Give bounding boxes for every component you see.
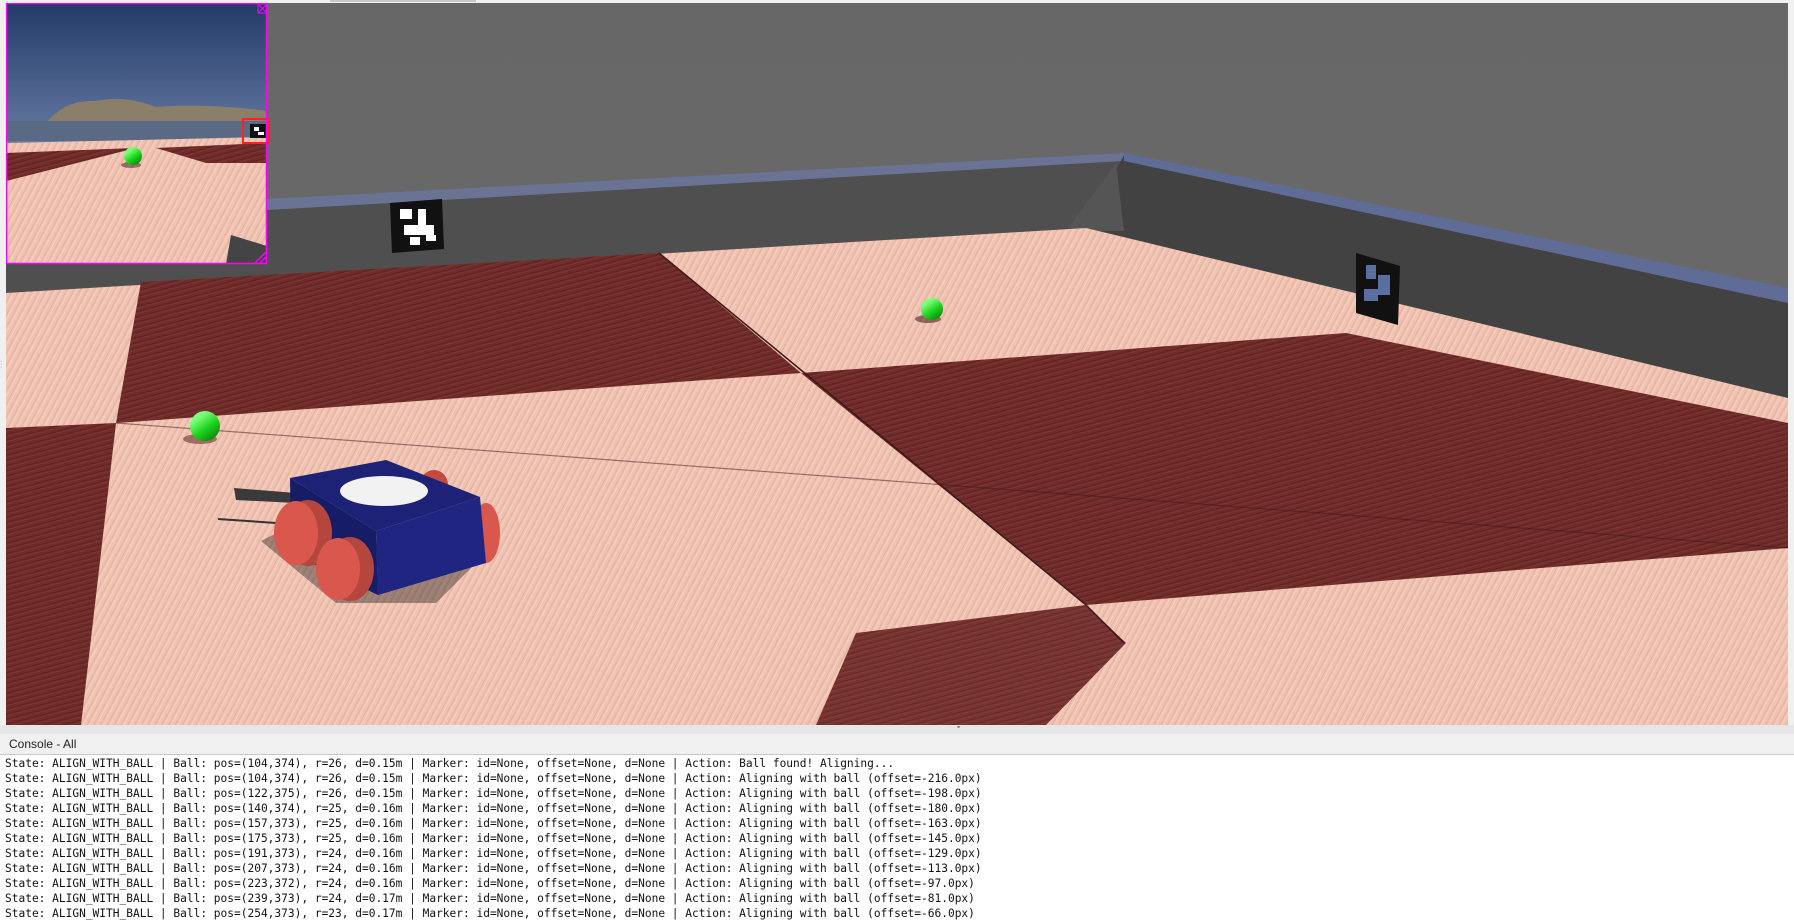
log-line: State: ALIGN_WITH_BALL | Ball: pos=(223,… (5, 877, 975, 890)
console-log[interactable]: State: ALIGN_WITH_BALL | Ball: pos=(104,… (0, 755, 1794, 924)
log-line: State: ALIGN_WITH_BALL | Ball: pos=(239,… (5, 892, 975, 905)
log-line: State: ALIGN_WITH_BALL | Ball: pos=(207,… (5, 862, 982, 875)
log-line: State: ALIGN_WITH_BALL | Ball: pos=(140,… (5, 802, 982, 815)
log-line: State: ALIGN_WITH_BALL | Ball: pos=(254,… (5, 907, 975, 920)
log-line: State: ALIGN_WITH_BALL | Ball: pos=(122,… (5, 787, 982, 800)
log-line: State: ALIGN_WITH_BALL | Ball: pos=(175,… (5, 832, 982, 845)
log-line: State: ALIGN_WITH_BALL | Ball: pos=(104,… (5, 757, 895, 770)
window-tab[interactable] (330, 0, 476, 2)
log-line: State: ALIGN_WITH_BALL | Ball: pos=(157,… (5, 817, 982, 830)
camera-preview (6, 3, 270, 265)
aruco-marker (390, 199, 444, 253)
scene-viewport[interactable] (6, 3, 1788, 725)
console-title[interactable]: Console - All (9, 737, 76, 751)
log-line: State: ALIGN_WITH_BALL | Ball: pos=(104,… (5, 772, 982, 785)
resize-grip-icon[interactable]: · · · (0, 358, 4, 371)
panel-splitter[interactable]: '''' (0, 725, 1794, 734)
log-line: State: ALIGN_WITH_BALL | Ball: pos=(191,… (5, 847, 982, 860)
console-header: Console - All (0, 734, 1794, 755)
splitter-grip-icon[interactable]: '''' (957, 725, 960, 734)
